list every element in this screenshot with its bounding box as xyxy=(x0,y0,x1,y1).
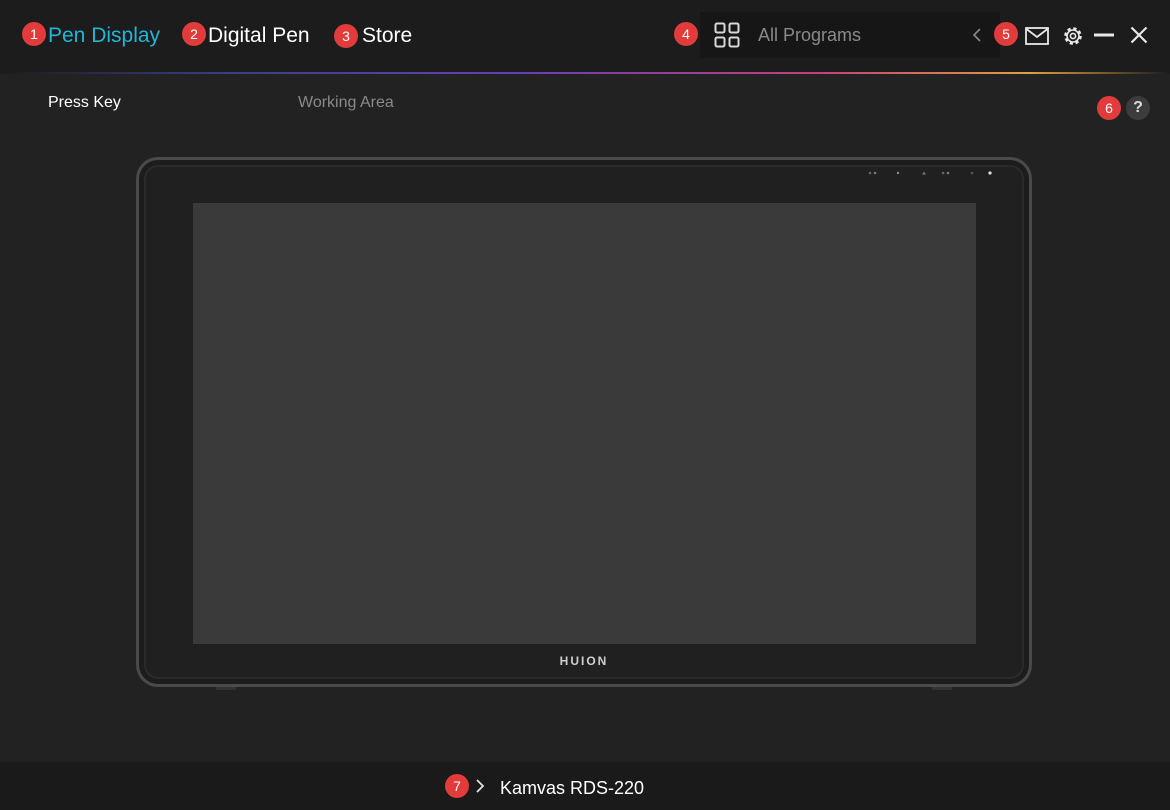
chevron-left-icon[interactable] xyxy=(970,26,984,44)
annotation-badge-3: 3 xyxy=(334,24,358,48)
device-bar: 7 Kamvas RDS-220 xyxy=(0,762,1170,810)
minimize-icon[interactable] xyxy=(1094,33,1114,37)
device-name[interactable]: Kamvas RDS-220 xyxy=(500,778,644,799)
annotation-badge-7: 7 xyxy=(445,774,469,798)
grid-icon xyxy=(714,22,740,48)
active-screen-area[interactable] xyxy=(193,203,976,644)
program-selector[interactable]: All Programs xyxy=(700,12,1000,58)
annotation-badge-5: 5 xyxy=(994,22,1018,46)
annotation-badge-2: 2 xyxy=(182,22,206,46)
brand-logo: HUION xyxy=(559,654,609,668)
tab-pen-display[interactable]: Pen Display xyxy=(48,22,160,50)
annotation-badge-4: 4 xyxy=(674,22,698,46)
status-leds xyxy=(868,171,992,175)
tab-store[interactable]: Store xyxy=(362,22,412,50)
annotation-badge-1: 1 xyxy=(22,22,46,46)
subtab-working-area[interactable]: Working Area xyxy=(298,94,394,112)
header-gradient-divider xyxy=(0,72,1170,74)
pen-display-preview: HUION xyxy=(136,157,1032,690)
mail-icon[interactable] xyxy=(1025,27,1049,45)
chevron-right-icon[interactable] xyxy=(474,778,486,794)
subtab-press-key[interactable]: Press Key xyxy=(48,94,121,112)
gear-icon[interactable] xyxy=(1062,25,1084,47)
help-button[interactable]: ? xyxy=(1126,96,1150,120)
top-bar: 1 Pen Display 2 Digital Pen 3 Store 4 Al… xyxy=(0,0,1170,72)
program-selector-label: All Programs xyxy=(758,25,862,45)
annotation-badge-6: 6 xyxy=(1097,96,1121,120)
close-icon[interactable] xyxy=(1130,26,1148,44)
device-foot-left xyxy=(216,687,236,690)
device-foot-right xyxy=(932,687,952,690)
tab-digital-pen[interactable]: Digital Pen xyxy=(208,22,310,50)
